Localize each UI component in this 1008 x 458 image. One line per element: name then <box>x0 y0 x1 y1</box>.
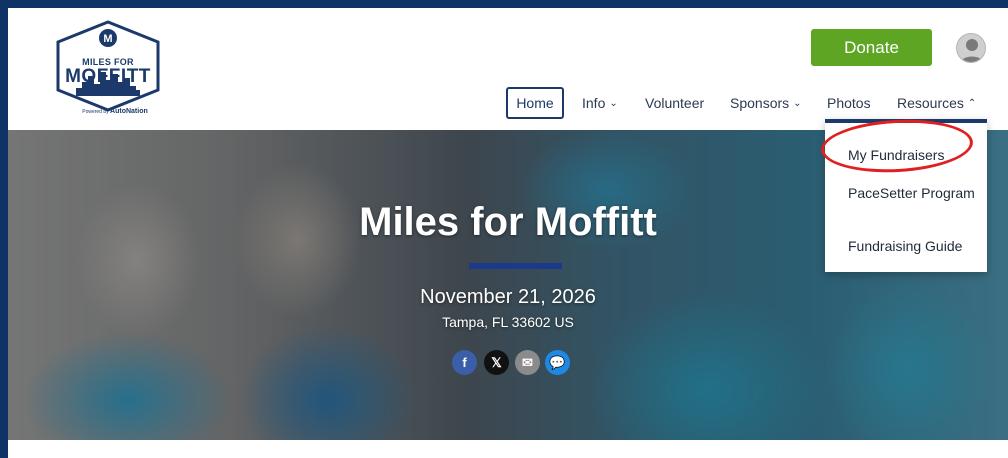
nav-item-photos[interactable]: Photos <box>827 87 871 119</box>
sponsor-name: AutoNation <box>110 108 148 115</box>
x-icon[interactable]: 𝕏 <box>484 350 509 375</box>
nav-item-home[interactable]: Home <box>506 87 564 119</box>
content-start-strip <box>8 440 1008 458</box>
site-header: M MILES FOR MOFFITT Powered by AutoNatio… <box>8 8 1008 130</box>
nav-item-sponsors[interactable]: Sponsors ⌄ <box>730 87 802 119</box>
nav-item-resources[interactable]: Resources ⌃ <box>897 87 976 119</box>
event-location: Tampa, FL 33602 US <box>442 314 574 330</box>
donate-button[interactable]: Donate <box>811 29 932 66</box>
page-frame: M MILES FOR MOFFITT Powered by AutoNatio… <box>8 8 1008 458</box>
logo-main-text: MOFFITT <box>65 66 151 87</box>
user-avatar-icon[interactable] <box>956 33 986 63</box>
comment-icon[interactable]: 💬 <box>545 350 570 375</box>
nav-home-label: Home <box>516 95 554 111</box>
menu-item-pacesetter-program[interactable]: PaceSetter Program <box>848 185 978 202</box>
menu-item-fundraising-guide[interactable]: Fundraising Guide <box>848 238 978 255</box>
logo-powered-by: Powered by AutoNation <box>70 108 160 115</box>
title-underline <box>469 263 562 269</box>
nav-sponsors-label: Sponsors <box>730 95 790 111</box>
nav-item-info[interactable]: Info ⌄ <box>582 87 618 119</box>
event-date: November 21, 2026 <box>420 286 596 308</box>
email-icon[interactable]: ✉ <box>515 350 540 375</box>
chevron-down-icon: ⌄ <box>793 97 802 109</box>
nav-volunteer-label: Volunteer <box>645 95 705 111</box>
nav-photos-label: Photos <box>827 95 871 111</box>
chevron-down-icon: ⌄ <box>609 97 618 109</box>
nav-item-volunteer[interactable]: Volunteer <box>645 87 704 119</box>
chevron-up-icon: ⌃ <box>967 97 977 109</box>
miles-for-moffitt-logo[interactable]: M MILES FOR MOFFITT Powered by AutoNatio… <box>52 20 164 120</box>
svg-text:M: M <box>103 33 112 45</box>
facebook-icon[interactable]: f <box>452 350 477 375</box>
nav-resources-label: Resources <box>897 95 964 111</box>
person-silhouette-icon <box>960 39 984 62</box>
powered-by-text: Powered by <box>82 109 109 115</box>
nav-info-label: Info <box>582 95 606 111</box>
